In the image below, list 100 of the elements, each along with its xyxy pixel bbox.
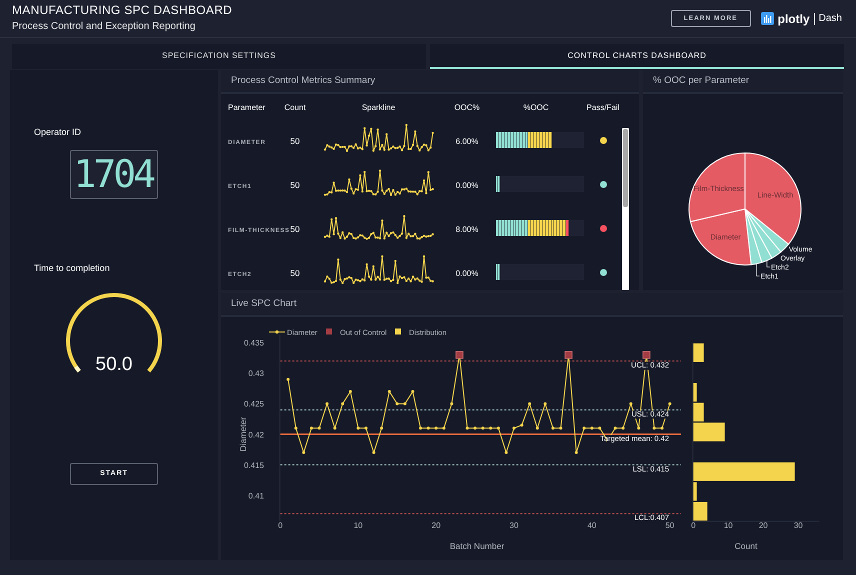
data-point (582, 426, 586, 430)
data-point (286, 378, 290, 381)
data-point (318, 426, 321, 430)
column-header: %OOC (523, 103, 549, 112)
column-header: OOC% (454, 103, 480, 112)
data-point (372, 451, 376, 454)
data-point (660, 426, 664, 430)
data-point (512, 426, 516, 430)
tick-label: 10 (354, 521, 363, 530)
tick-label: 30 (794, 521, 803, 530)
leader-line (766, 260, 770, 268)
logo-suffix: Dash (818, 12, 842, 26)
data-point (348, 390, 352, 394)
ooc-value: 6.00% (456, 137, 478, 146)
data-point (426, 426, 430, 430)
out-of-control-marker (456, 351, 464, 359)
field-label: Operator ID (34, 126, 82, 139)
tick-label: 50 (665, 521, 674, 530)
tick-label: 0.42 (248, 430, 264, 440)
ooc-value: 0.00% (456, 181, 478, 190)
ooc-value: 0.00% (456, 269, 478, 278)
out-of-control-marker (642, 351, 650, 359)
data-point (419, 426, 422, 430)
axis-title: Diameter (238, 417, 248, 452)
data-point (551, 426, 554, 430)
tick-label: 0.425 (244, 400, 264, 409)
data-point (481, 426, 484, 430)
legend-swatch (326, 328, 332, 334)
data-point (504, 451, 508, 454)
data-point (652, 426, 656, 430)
data-point (574, 451, 578, 454)
data-point (326, 402, 329, 406)
column-header: Pass/Fail (586, 103, 620, 112)
tab[interactable]: CONTROL CHARTS DASHBOARD (430, 44, 844, 69)
data-point (668, 402, 672, 406)
data-point (496, 426, 500, 430)
axis-title: Batch Number (450, 541, 504, 551)
leader-line (756, 264, 760, 276)
count-value: 50 (290, 268, 300, 278)
axis-title: Count (734, 541, 758, 551)
data-point (396, 402, 399, 406)
legend-line-icon (268, 330, 286, 334)
data-point (403, 402, 406, 406)
data-point (411, 390, 414, 394)
data-point (520, 424, 524, 427)
tick-label: 0 (691, 521, 696, 530)
data-point (356, 426, 360, 430)
data-point (559, 426, 562, 430)
panel-title: % OOC per Parameter (653, 74, 750, 88)
column-header: Count (284, 103, 306, 112)
data-point (466, 426, 469, 430)
out-of-control-marker (564, 351, 572, 359)
column-header: Sparkline (362, 103, 396, 112)
data-point (474, 426, 477, 430)
histogram-bar (693, 343, 704, 362)
logo-text: plotly (778, 10, 810, 28)
tick-label: 0.435 (244, 338, 264, 348)
data-point (380, 426, 384, 430)
data-point (536, 426, 539, 430)
column-header: Parameter (228, 103, 266, 112)
tab[interactable]: SPECIFICATION SETTINGS (12, 44, 426, 69)
data-point (622, 426, 625, 430)
app-subtitle: Process Control and Exception Reporting (12, 20, 196, 34)
field-label: Time to completion (34, 262, 110, 275)
data-point (310, 426, 313, 430)
data-point (614, 426, 617, 430)
data-point (590, 426, 594, 430)
tick-label: 0.41 (248, 491, 264, 500)
data-point (294, 426, 298, 430)
data-point (388, 390, 391, 394)
legend-swatch (395, 328, 401, 334)
panel-title: Process Control Metrics Summary (231, 74, 376, 88)
data-point (528, 402, 532, 406)
data-point (333, 426, 336, 430)
data-point (364, 426, 368, 430)
data-point (637, 426, 640, 430)
tick-label: 20 (758, 521, 768, 530)
data-point (450, 402, 454, 406)
count-value: 50 (290, 136, 300, 146)
gauge-value: 50.0 (94, 353, 134, 377)
count-value: 50 (290, 180, 300, 190)
tick-label: 0 (278, 521, 283, 530)
tick-label: 30 (510, 521, 518, 530)
count-value: 50 (290, 224, 300, 234)
tick-label: 0.43 (248, 369, 264, 378)
app-title: MANUFACTURING SPC DASHBOARD (12, 3, 232, 18)
data-point (341, 402, 344, 406)
data-point (629, 402, 632, 406)
tick-label: 40 (587, 521, 596, 530)
tick-label: 10 (724, 521, 733, 530)
led-display: 1704 (70, 150, 158, 198)
panel-title: Live SPC Chart (231, 296, 296, 311)
data-point (544, 402, 547, 406)
data-point (442, 426, 446, 430)
tick-label: 20 (432, 521, 441, 530)
ooc-value: 8.00% (456, 225, 478, 234)
data-point (598, 426, 602, 430)
data-point (489, 426, 492, 430)
data-point (302, 451, 306, 454)
tick-label: 0.415 (244, 460, 264, 470)
